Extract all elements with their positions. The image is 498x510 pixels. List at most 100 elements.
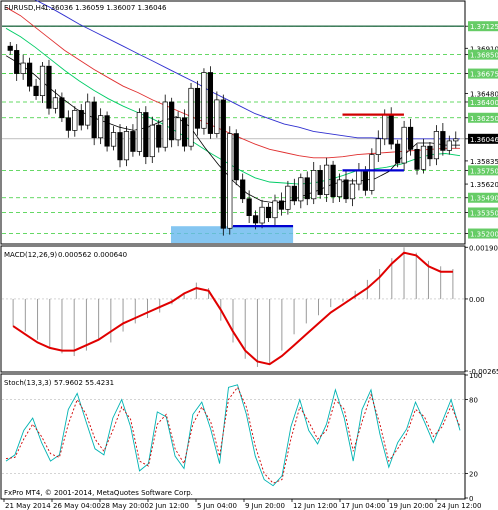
candle-body: [20, 62, 26, 74]
chart-window[interactable]: EURUSD,H4 1.36036 1.36059 1.36007 1.3604…: [0, 0, 498, 510]
candle-body: [440, 131, 446, 151]
candle-body: [407, 126, 414, 150]
candle-body: [336, 179, 343, 198]
candle-body: [72, 110, 78, 131]
candle-body: [65, 117, 71, 131]
candle-body: [369, 154, 375, 191]
candle-body: [233, 133, 239, 181]
time-axis-label: 17 Jun 04:00: [341, 502, 385, 510]
candle-body: [110, 132, 117, 147]
candle-body: [433, 131, 440, 160]
time-axis-label: 19 Jun 20:00: [389, 502, 433, 510]
time-axis-label: 24 Jun 12:00: [437, 502, 481, 510]
macd-title: MACD(12,26,9): [4, 251, 57, 259]
stoch-axis-label: 80: [469, 397, 478, 405]
candle-body: [246, 198, 252, 216]
candle-body: [349, 183, 356, 200]
candle-body: [162, 101, 168, 148]
candle-body: [240, 179, 246, 200]
stoch-axis-label: 100: [469, 372, 482, 380]
candle-body: [98, 115, 104, 139]
price-axis-label: 1.36250: [470, 115, 498, 123]
candle-body: [291, 185, 297, 202]
price-axis-label: 1.35200: [470, 231, 498, 239]
candle-body: [7, 45, 13, 51]
candle-body: [26, 62, 33, 87]
candle-body: [272, 200, 278, 219]
candle-body: [52, 97, 59, 109]
candle-body: [382, 114, 388, 140]
candle-body: [194, 87, 201, 129]
copyright-text: FxPro MT4, © 2001-2014, MetaQuotes Softw…: [4, 489, 193, 497]
candle-body: [149, 124, 155, 158]
price-axis-label: 1.35750: [470, 167, 498, 175]
macd-values: 0.000562 0.000640: [58, 251, 127, 259]
candle-body: [169, 101, 175, 141]
candle-body: [278, 200, 285, 210]
candle-body: [214, 99, 220, 134]
macd-axis-label: 0.00: [469, 296, 485, 304]
price-axis-label: 1.35835: [470, 158, 498, 166]
candle-body: [220, 99, 226, 229]
time-axis-label: 12 Jun 12:00: [293, 502, 337, 510]
candle-body: [85, 101, 91, 126]
candle-body: [46, 65, 52, 109]
candle-body: [343, 179, 349, 200]
time-axis-label: 9 Jun 20:00: [245, 502, 285, 510]
price-title: EURUSD,H4: [4, 4, 46, 12]
candle-body: [285, 185, 291, 210]
candle-body: [188, 87, 194, 147]
candle-body: [298, 177, 304, 202]
candle-body: [401, 126, 407, 164]
candle-body: [414, 148, 420, 170]
candle-body: [356, 170, 362, 185]
stoch-values: 57.9602 55.4231: [54, 379, 114, 387]
time-axis-label: 21 May 2014: [5, 502, 51, 510]
candle-body: [201, 72, 207, 129]
candle-body: [375, 138, 381, 155]
candle-body: [181, 117, 188, 147]
candle-body: [78, 110, 84, 126]
candle-body: [227, 133, 233, 229]
time-axis-label: 28 May 20:00: [101, 502, 149, 510]
candle-body: [130, 131, 136, 152]
candle-body: [388, 114, 394, 145]
candle-body: [420, 145, 427, 170]
price-axis-label: 1.35620: [470, 181, 498, 189]
price-axis-label: 1.36850: [470, 52, 498, 60]
candle-body: [59, 97, 65, 119]
candle-body: [317, 170, 323, 195]
candle-body: [91, 101, 97, 139]
price-axis-label: 1.35350: [470, 209, 498, 217]
time-axis-label: 26 May 04:00: [53, 502, 101, 510]
candle-body: [33, 85, 39, 97]
candle-body: [259, 206, 265, 224]
price-axis-label: 1.37125: [470, 23, 498, 31]
time-axis-label: 2 Jun 12:00: [149, 502, 189, 510]
candle-body: [207, 72, 214, 134]
candle-body: [14, 50, 20, 74]
candle-body: [446, 140, 452, 151]
price-ohlc: 1.36036 1.36059 1.36007 1.36046: [44, 4, 167, 12]
price-axis-label: 1.35490: [470, 195, 498, 203]
candle-body: [143, 112, 149, 158]
candle-body: [136, 112, 142, 152]
candle-body: [427, 145, 433, 160]
candle-body: [175, 117, 181, 141]
candle-body: [311, 170, 317, 200]
candle-body: [330, 164, 336, 198]
time-axis-label: 5 Jun 04:00: [197, 502, 237, 510]
candle-body: [453, 138, 459, 142]
macd-axis-label: 0.001907: [469, 244, 498, 252]
support-zone: [171, 226, 294, 243]
candle-body: [324, 164, 330, 195]
price-axis-label: 1.36675: [470, 71, 498, 79]
stoch-title: Stoch(13,3,3): [4, 379, 52, 387]
candle-body: [304, 177, 310, 200]
candle-body: [39, 65, 46, 97]
candle-body: [117, 132, 123, 161]
candle-body: [156, 124, 162, 148]
stoch-axis-label: 20: [469, 470, 478, 478]
price-axis-label: 1.36400: [470, 99, 498, 107]
price-axis-label: 1.36046: [470, 136, 498, 144]
